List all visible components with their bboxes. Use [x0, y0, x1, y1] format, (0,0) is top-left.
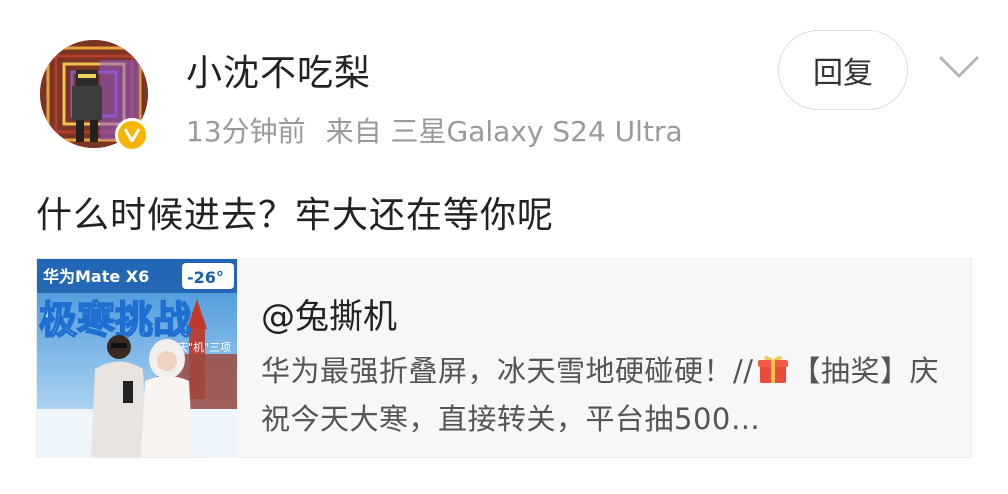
username[interactable]: 小沈不吃梨 [186, 44, 371, 96]
quoted-post-author[interactable]: @兔撕机 [261, 289, 397, 338]
thumb-temp-text: -26° [187, 268, 224, 287]
thumb-sub-text: 庆"机"三项 [177, 340, 231, 354]
device-source: 来自 三星Galaxy S24 Ultra [325, 115, 683, 148]
quoted-post-card[interactable]: 华为Mate X6 -26° 极寒挑战 庆"机"三项 @兔撕机 华为最强折叠屏，… [36, 258, 972, 458]
timestamp: 13分钟前 [186, 115, 306, 148]
thumb-brand-text: 华为Mate X6 [43, 267, 149, 286]
comment-meta: 13分钟前 来自 三星Galaxy S24 Ultra [186, 110, 683, 150]
verified-badge-icon [115, 118, 149, 152]
comment-text: 什么时候进去？牢大还在等你呢 [36, 195, 555, 236]
quoted-post-text: 华为最强折叠屏，冰天雪地硬碰硬！// 【抽奖】庆祝今天大寒，直接转关，平台抽50… [261, 349, 961, 441]
reply-button[interactable]: 回复 [778, 30, 908, 110]
quoted-post-thumbnail[interactable]: 华为Mate X6 -26° 极寒挑战 庆"机"三项 [37, 259, 237, 457]
quoted-text-part1: 华为最强折叠屏，冰天雪地硬碰硬！// [261, 354, 754, 388]
gift-emoji-icon [756, 351, 790, 397]
chevron-down-icon[interactable] [938, 54, 980, 80]
thumb-headline-text: 极寒挑战 [39, 298, 191, 342]
